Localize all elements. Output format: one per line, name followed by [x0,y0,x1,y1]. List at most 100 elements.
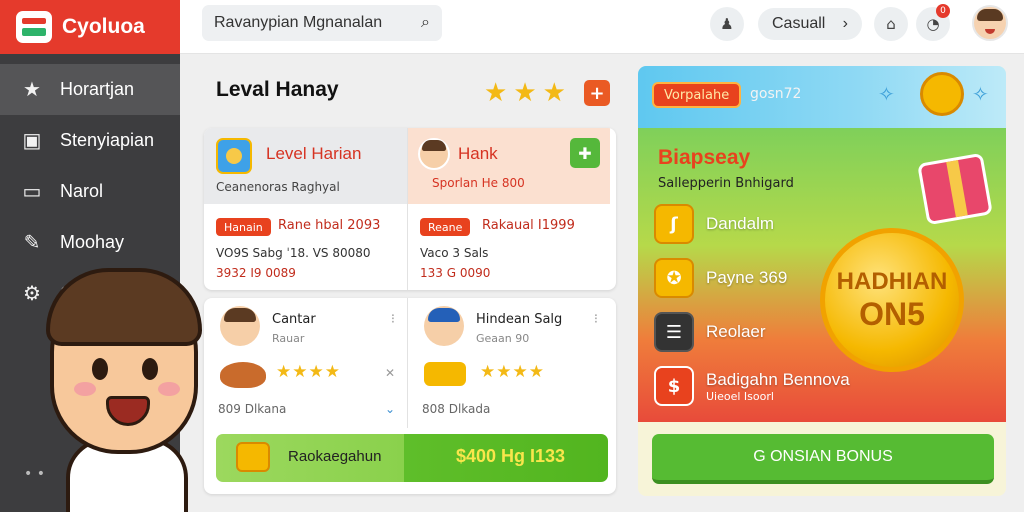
bonus-coin: HADHIAN ON5 [820,228,964,372]
brand[interactable]: Cyoluoa [0,0,180,54]
reward-label: Payne 369 [706,268,788,287]
claim-bonus-button[interactable]: G ONSIAN BONUS [652,434,994,484]
promo-title: Biapseay [658,146,751,169]
home-icon[interactable]: ⌂ [874,7,908,41]
level-score: 3932 I9 0089 [216,266,296,280]
sidebar-item-label: Horartjan [60,79,135,99]
chevron-down-icon[interactable]: ⌄ [385,402,395,416]
hank-score: 133 G 0090 [420,266,491,280]
sidebar-item-label: Stenyiapian [60,130,155,150]
casual-mode-label: Casuall [772,15,826,32]
star-icon: ★ [513,78,537,108]
promo-header: Vorpalahe gosn72 ✧ ✧ [638,66,1006,128]
player-rank: Rauar [272,332,305,345]
player-stars: ★★★★ [276,362,341,382]
search-input[interactable]: Ravanypian Mgnanalan ⌕ [202,5,442,41]
reward-item[interactable]: ✪ Payne 369 [654,258,787,298]
level-stars: ★ ★ ★ [484,78,566,108]
level-chip-text: Rane hbal 2093 [278,218,381,233]
sidebar-item-horartjan[interactable]: ★ Horartjan [0,64,180,115]
player-avatar [220,306,260,346]
puzzle-icon[interactable]: ✚ [570,138,600,168]
level-chip: Hanain [216,218,271,236]
reward-label: Dandalm [706,214,775,233]
reward-sub: Uieoel Isoorl [706,389,774,403]
gift-box-icon [917,152,993,226]
search-icon: ⌕ [421,14,430,31]
action-label: Raokaegahun [288,448,382,465]
sidebar-item-narol[interactable]: ▭ Narol [0,166,180,217]
sparkle-icon: ✧ [972,82,989,106]
promo-tag[interactable]: Vorpalahe [652,82,742,108]
level-harian-panel[interactable]: Level Harian Ceanenoras Raghyal Hanain R… [204,128,407,290]
pencil-icon: ✎ [23,232,41,254]
user-avatar[interactable] [972,5,1008,41]
coin-stack-icon [236,442,270,472]
hank-chip-text: Rakaual I1999 [482,218,575,233]
sidebar-item-label: Narol [60,181,104,201]
reward-item[interactable]: ʃ Dandalm [654,204,774,244]
add-button[interactable]: + [584,80,610,106]
star-icon: ★ [484,78,508,108]
promo-subtitle: Sallepperin Bnhigard [658,176,794,191]
sidebar-item-moohay[interactable]: ✎ Moohay [0,217,180,268]
reward-item[interactable]: ☰ Reolaer [654,312,766,352]
action-value: $400 Hg I133 [456,446,566,466]
players-card: Cantar Rauar ⁝ ★★★★ ✕ 809 Dlkana ⌄ Hinde… [204,298,616,494]
player-meta: 809 Dlkana [218,402,287,416]
reward-label: Badigahn Bennova [706,369,850,389]
player-card[interactable]: Hindean Salg Geaan 90 ⁝ ★★★★ 808 Dlkada [407,298,610,428]
hank-chip: Reane [420,218,471,236]
casual-mode-button[interactable]: Casuall › [758,8,862,40]
star-icon: ★ [542,78,566,108]
medal-icon: ✪ [654,258,694,298]
player-rank: Geaan 90 [476,332,530,345]
star-icon: ★ [23,79,41,101]
page-title: Leval Hanay [216,78,339,101]
hank-title: Hank [458,144,498,163]
player-stars: ★★★★ [480,362,545,382]
promo-tag-side: gosn72 [750,86,802,102]
sidebar-item-stenyiapian[interactable]: ▣ Stenyiapian [0,115,180,166]
reward-label: Reolaer [706,322,766,341]
document-icon: ☰ [654,312,694,352]
more-icon[interactable]: ⁝ [594,312,598,327]
notification-badge: 0 [936,4,950,18]
level-badge-icon [216,138,252,174]
dollar-icon: $ [654,366,694,406]
player-meta: 808 Dlkada [422,402,491,416]
chevron-right-icon: › [842,15,848,32]
player-card[interactable]: Cantar Rauar ⁝ ★★★★ ✕ 809 Dlkana ⌄ [204,298,407,428]
hank-stat: Vaco 3 Sals [420,246,489,260]
bonus-coin-line2: ON5 [859,295,925,332]
gold-bar-icon [424,362,466,386]
promo-body: Biapseay Sallepperin Bnhigard ʃ Dandalm … [638,128,1006,422]
hank-subtitle: Sporlan He 800 [432,176,525,190]
level-title: Level Harian [266,144,362,163]
sidebar-item-label: Moohay [60,232,125,252]
search-value: Ravanypian Mgnanalan [214,14,383,31]
window-icon: ▭ [22,181,42,203]
box-icon: ▣ [22,130,42,152]
top-header: Ravanypian Mgnanalan ⌕ ♟ Casuall › ⌂ ◔ 0 [180,0,1024,54]
mascot-character [38,268,208,512]
reward-item[interactable]: $ Badigahn Bennova Uieoel Isoorl [654,366,850,406]
level-subtitle: Ceanenoras Raghyal [216,180,340,194]
close-icon[interactable]: ✕ [385,366,395,380]
food-icon [220,362,266,388]
level-stat: VO9S Sabg ˈ18. VS 80080 [216,246,371,260]
bonus-promo-panel: Vorpalahe gosn72 ✧ ✧ Biapseay Sallepperi… [638,66,1006,496]
sparkle-icon: ✧ [878,82,895,106]
community-icon[interactable]: ♟ [710,7,744,41]
collect-action-bar[interactable]: Raokaegahun $400 Hg I133 [216,434,608,482]
brand-name: Cyoluoa [62,15,145,38]
level-card: Level Harian Ceanenoras Raghyal Hanain R… [204,128,616,290]
hank-panel[interactable]: Hank Sporlan He 800 ✚ Reane Rakaual I199… [407,128,610,290]
app-logo-icon [16,11,52,43]
coin-icon [920,72,964,116]
more-icon[interactable]: ⁝ [391,312,395,327]
bonus-coin-line1: HADHIAN [836,267,948,295]
hank-avatar [418,138,450,170]
trophy-icon: ʃ [654,204,694,244]
player-avatar [424,306,464,346]
